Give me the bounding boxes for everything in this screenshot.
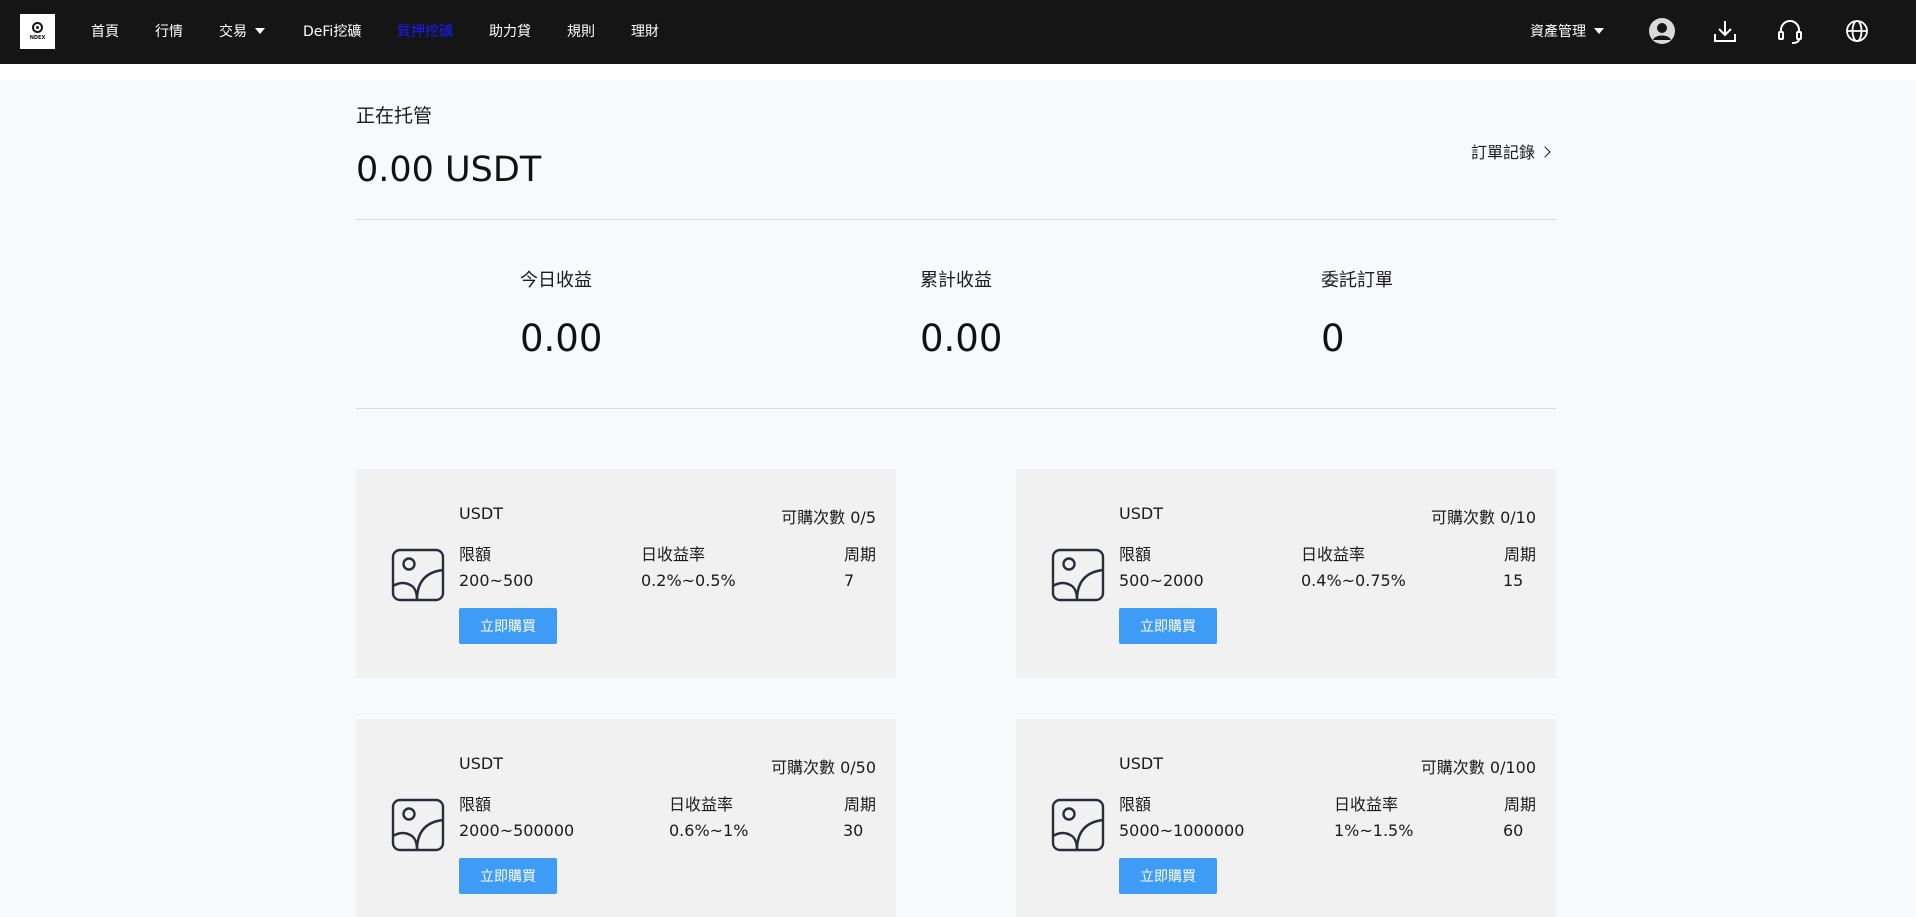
limit-label: 限額 [1119,795,1152,814]
stat-value-today-earnings: 0.00 [520,317,603,360]
limit-value: 5000~1000000 [1119,821,1245,840]
period-label: 周期 [1503,795,1536,814]
product-card: USDT 可購次數 0/100 限額 5000~1000000 日收益率 1%~… [1016,719,1556,917]
stat-label-orders: 委託訂單 [1321,270,1393,291]
rate-value: 0.4%~0.75% [1301,571,1406,590]
nav-item-rules[interactable]: 規則 [567,22,595,42]
headset-icon[interactable] [1776,17,1804,45]
remaining-prefix: 可購次數 [1420,758,1485,777]
remaining-value: 0/10 [1500,508,1536,527]
stat-label-today-earnings: 今日收益 [520,270,592,291]
header-spacer [0,64,1916,80]
rate-label: 日收益率 [1334,795,1399,814]
nav-item-loan[interactable]: 助力貸 [489,22,531,42]
remaining-value: 0/50 [840,758,876,777]
product-coin: USDT [1119,754,1163,773]
buy-now-button[interactable]: 立即購買 [1119,858,1217,894]
nav-item-market[interactable]: 行情 [155,22,183,42]
chevron-right-icon [1539,146,1551,158]
period-label: 周期 [1503,545,1536,564]
logo-text: NDEX [29,35,46,41]
custody-total: 0.00 USDT [356,150,542,190]
stat-value-orders: 0 [1321,317,1345,360]
period-label: 周期 [843,545,876,564]
limit-value: 2000~500000 [459,821,575,840]
stat-value-total-earnings: 0.00 [920,317,1003,360]
stat-label-total-earnings: 累計收益 [920,270,992,291]
download-icon[interactable] [1711,17,1739,45]
image-placeholder-icon [391,548,445,602]
nav-item-home[interactable]: 首頁 [91,22,119,42]
limit-label: 限額 [459,795,492,814]
user-icon[interactable] [1648,17,1676,45]
period-label: 周期 [843,795,876,814]
nav-item-staking-mining[interactable]: 質押挖礦 [397,22,453,42]
product-remaining: 可購次數 0/100 [1421,754,1536,778]
rate-value: 0.6%~1% [669,821,749,840]
product-card: USDT 可購次數 0/5 限額 200~500 日收益率 0.2%~0.5% … [356,469,896,678]
rate-label: 日收益率 [641,545,706,564]
product-coin: USDT [1119,504,1163,523]
nav-item-trade-label: 交易 [219,24,247,40]
asset-management-label: 資產管理 [1530,24,1586,40]
remaining-prefix: 可購次數 [781,508,846,527]
chevron-down-icon [255,28,265,34]
limit-value: 500~2000 [1119,571,1204,590]
rate-label: 日收益率 [1301,545,1366,564]
limit-label: 限額 [1119,545,1152,564]
divider [356,219,1556,220]
image-placeholder-icon [1051,548,1105,602]
buy-now-button[interactable]: 立即購買 [459,858,557,894]
chevron-down-icon [1594,28,1604,34]
order-records-label: 訂單記錄 [1471,143,1536,162]
product-coin: USDT [459,754,503,773]
product-coin: USDT [459,504,503,523]
logo[interactable]: NDEX [20,14,55,49]
logo-mark-icon [32,22,43,33]
remaining-prefix: 可購次數 [770,758,835,777]
limit-label: 限額 [459,545,492,564]
product-card: USDT 可購次數 0/50 限額 2000~500000 日收益率 0.6%~… [356,719,896,917]
period-value: 7 [844,571,855,590]
limit-value: 200~500 [459,571,534,590]
remaining-value: 0/5 [850,508,876,527]
product-remaining: 可購次數 0/10 [1431,504,1536,528]
divider [356,408,1556,409]
product-remaining: 可購次數 0/5 [781,504,876,528]
order-records-link[interactable]: 訂單記錄 [1471,139,1551,163]
nav-item-trade[interactable]: 交易 [219,22,265,42]
period-value: 60 [1503,821,1524,840]
product-card: USDT 可購次數 0/10 限額 500~2000 日收益率 0.4%~0.7… [1016,469,1556,678]
custody-title: 正在托管 [356,105,433,127]
remaining-value: 0/100 [1489,758,1536,777]
rate-value: 1%~1.5% [1334,821,1414,840]
asset-management-menu[interactable]: 資產管理 [1530,22,1604,42]
buy-now-button[interactable]: 立即購買 [1119,608,1217,644]
nav-item-finance[interactable]: 理財 [631,22,659,42]
rate-value: 0.2%~0.5% [641,571,736,590]
nav-item-defi-mining[interactable]: DeFi挖礦 [303,22,361,42]
rate-label: 日收益率 [669,795,734,814]
globe-icon[interactable] [1843,17,1871,45]
image-placeholder-icon [391,798,445,852]
top-navigation-bar: NDEX 首頁 行情 交易 DeFi挖礦 質押挖礦 助力貸 規則 理財 資產管理 [0,0,1916,64]
buy-now-button[interactable]: 立即購買 [459,608,557,644]
period-value: 30 [843,821,864,840]
period-value: 15 [1503,571,1524,590]
image-placeholder-icon [1051,798,1105,852]
remaining-prefix: 可購次數 [1430,508,1495,527]
product-remaining: 可購次數 0/50 [771,754,876,778]
